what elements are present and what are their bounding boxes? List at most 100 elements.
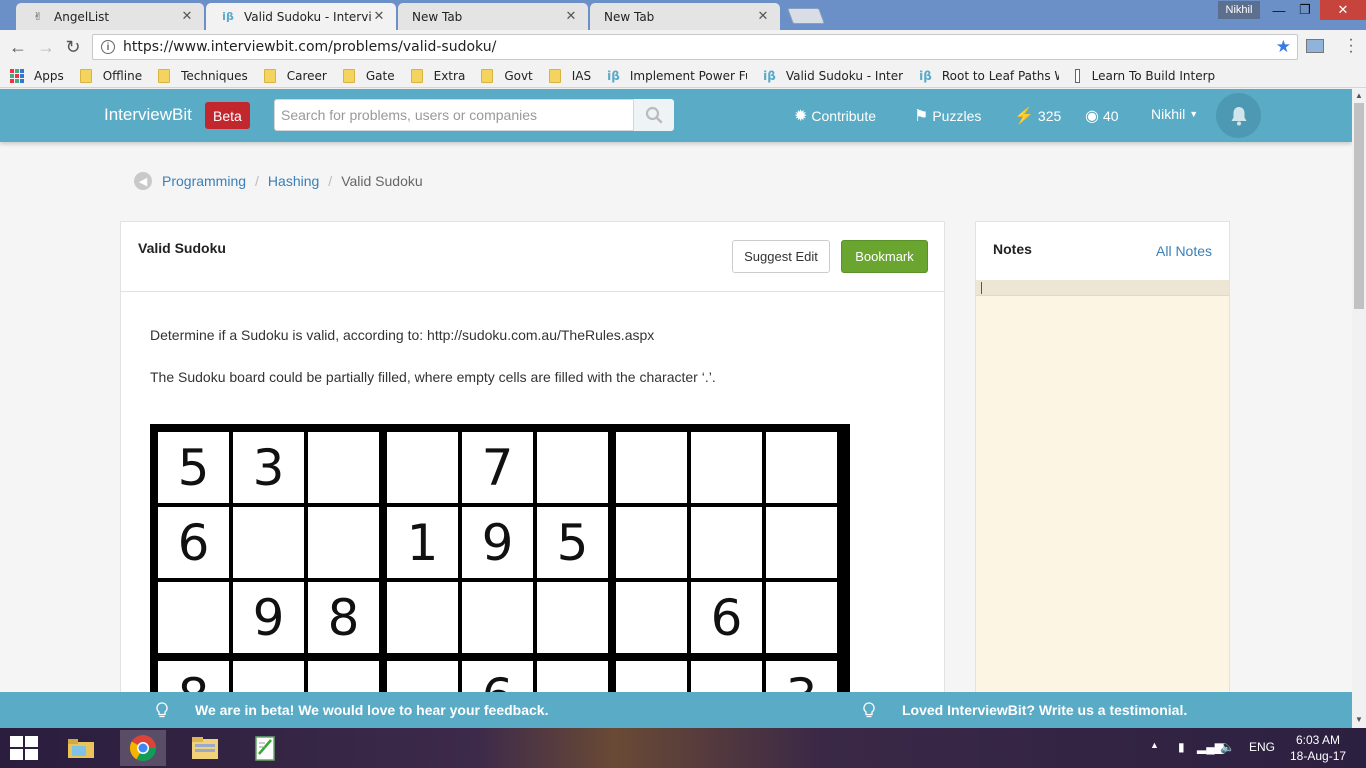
chrome-icon[interactable] [120,730,166,766]
sudoku-cell: 8 [308,582,379,653]
site-logo[interactable]: InterviewBit [104,105,192,125]
breadcrumb-programming[interactable]: Programming [162,173,246,189]
bookmark-folder[interactable]: IAS [548,68,591,83]
system-clock[interactable]: 6:03 AM 18-Aug-17 [1290,732,1346,764]
suggest-edit-button[interactable]: Suggest Edit [732,240,830,273]
close-icon[interactable]: ✕ [180,9,194,24]
bookmark-link[interactable]: iβ Implement Power Fu [607,69,747,83]
scroll-thumb[interactable] [1354,103,1364,309]
sudoku-cell [537,661,608,692]
bell-icon [1231,106,1246,125]
language-indicator[interactable]: ENG [1249,740,1275,754]
user-name: Nikhil [1151,106,1186,122]
folder-icon [79,68,92,83]
bookmark-apps[interactable]: Apps [0,68,64,83]
notepad-plus-icon[interactable] [242,730,288,766]
streak-count: 325 [1037,108,1062,124]
forward-arrow-icon[interactable]: → [36,37,56,57]
tab-angellist[interactable]: ✌ AngelList ✕ [16,3,204,30]
bookmark-label: Learn To Build Interp [1091,68,1216,83]
bookmark-label: Apps [34,68,64,83]
bookmark-label: Offline [102,68,143,83]
bookmark-link[interactable]: Learn To Build Interp [1075,68,1216,83]
bookmark-folder[interactable]: Offline [79,68,143,83]
sudoku-cell [766,507,837,578]
bookmark-folder[interactable]: Extra [410,68,466,83]
bookmark-link[interactable]: iβ Root to Leaf Paths W [919,69,1059,83]
notes-editor-toolbar [976,280,1229,296]
scroll-up-icon[interactable]: ▲ [1352,91,1366,100]
file-explorer-icon[interactable] [58,730,104,766]
sudoku-cell [387,432,458,503]
breadcrumb-separator: / [255,173,259,189]
folder-app-icon[interactable] [182,730,228,766]
sudoku-board-image: 5376195986863 [150,424,850,692]
sudoku-cell [691,661,762,692]
extension-icon[interactable] [1306,39,1324,53]
reload-icon[interactable]: ↻ [63,37,83,57]
windows-start-icon[interactable] [10,736,38,760]
search-button[interactable] [634,99,674,131]
window-close-icon[interactable]: ✕ [1320,0,1366,20]
tab-new-tab[interactable]: New Tab ✕ [590,3,780,30]
bookmark-folder[interactable]: Career [263,68,327,83]
info-icon[interactable]: i [101,40,115,54]
url-text[interactable]: https://www.interviewbit.com/problems/va… [123,39,1276,55]
tab-new-tab[interactable]: New Tab ✕ [398,3,588,30]
tab-valid-sudoku[interactable]: iβ Valid Sudoku - Interview ✕ [206,3,396,30]
profile-badge[interactable]: Nikhil [1218,1,1260,19]
browser-toolbar: ← → ↻ i https://www.interviewbit.com/pro… [0,30,1366,64]
breadcrumb: ◀ Programming / Hashing / Valid Sudoku [134,172,423,190]
back-arrow-icon[interactable]: ← [8,37,28,57]
sudoku-cell [616,432,687,503]
bookmark-folder[interactable]: Gate [342,68,395,83]
testimonial-text: Loved InterviewBit? Write us a testimoni… [902,702,1188,718]
page-scrollbar[interactable]: ▲ ▼ [1352,89,1366,728]
sudoku-cell: 5 [158,432,229,503]
folder-icon [263,68,276,83]
target-icon: ◉ [1085,108,1099,125]
sudoku-cell: 9 [233,582,304,653]
notes-editor[interactable] [976,280,1229,701]
nav-contribute[interactable]: ✹ Contribute [794,106,876,126]
battery-icon[interactable]: ▮ [1178,740,1185,754]
sudoku-cell: 8 [158,661,229,692]
restore-icon[interactable]: ❐ [1292,0,1318,20]
kebab-menu-icon[interactable]: · · · [1344,32,1358,60]
address-bar[interactable]: i https://www.interviewbit.com/problems/… [92,34,1298,60]
sudoku-cell [308,661,379,692]
nav-streak[interactable]: ⚡ 325 [1014,106,1061,126]
interviewbit-icon: iβ [222,10,234,23]
tab-title: New Tab [412,9,463,24]
bookmark-link[interactable]: iβ Valid Sudoku - Interv [763,69,903,83]
feedback-message[interactable]: We are in beta! We would love to hear yo… [155,701,548,719]
folder-icon [548,68,561,83]
folder-icon [481,68,494,83]
breadcrumb-hashing[interactable]: Hashing [268,173,319,189]
bookmark-label: Valid Sudoku - Interv [785,68,904,83]
back-circle-icon[interactable]: ◀ [134,172,152,190]
new-tab-button[interactable] [787,8,825,24]
bookmark-folder[interactable]: Govt [481,68,533,83]
volume-icon[interactable]: 🔈 [1220,740,1235,754]
search-input[interactable]: Search for problems, users or companies [274,99,634,131]
sudoku-cell [537,432,608,503]
nav-puzzles[interactable]: ⚑ Puzzles [914,106,981,126]
minimize-icon[interactable]: — [1266,0,1292,20]
bookmark-button[interactable]: Bookmark [841,240,928,273]
problem-title: Valid Sudoku [138,240,226,256]
close-icon[interactable]: ✕ [372,9,386,24]
all-notes-link[interactable]: All Notes [1156,243,1212,259]
user-menu[interactable]: Nikhil ▼ [1151,106,1198,122]
close-icon[interactable]: ✕ [756,9,770,24]
scroll-down-icon[interactable]: ▼ [1352,715,1366,724]
notifications-button[interactable] [1216,93,1261,138]
sudoku-cell: 5 [537,507,608,578]
close-icon[interactable]: ✕ [564,9,578,24]
bookmark-label: Extra [433,68,466,83]
star-icon[interactable]: ★ [1276,37,1291,57]
bookmark-folder[interactable]: Techniques [158,68,248,83]
tray-overflow-icon[interactable]: ▲ [1150,740,1159,750]
testimonial-message[interactable]: Loved InterviewBit? Write us a testimoni… [862,701,1187,719]
nav-coins[interactable]: ◉ 40 [1085,106,1119,126]
